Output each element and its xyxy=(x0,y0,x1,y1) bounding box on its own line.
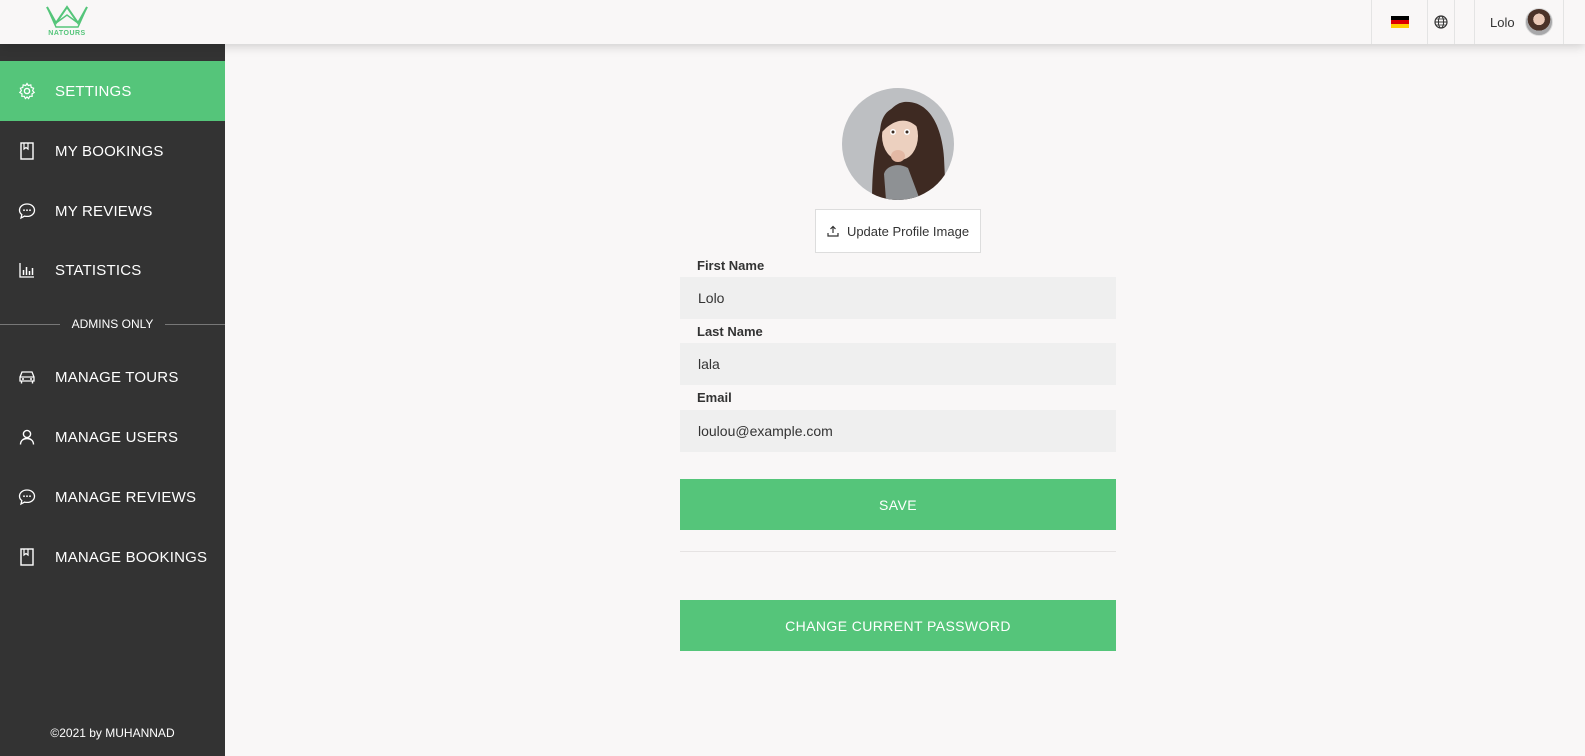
update-profile-image-label: Update Profile Image xyxy=(846,223,970,239)
first-name-field[interactable] xyxy=(680,277,1116,319)
user-menu[interactable]: Lolo xyxy=(1474,0,1564,44)
sidebar-item-manage-users[interactable]: MANAGE USERS xyxy=(0,407,225,467)
bookmark-icon xyxy=(18,142,36,160)
user-name: Lolo xyxy=(1490,14,1515,30)
profile-image xyxy=(842,88,954,200)
car-icon xyxy=(18,368,36,386)
last-name-field[interactable] xyxy=(680,343,1116,385)
language-switch[interactable] xyxy=(1371,0,1427,44)
divider-line xyxy=(165,323,226,325)
language-menu-button[interactable] xyxy=(1427,0,1455,44)
first-name-label: First Name xyxy=(697,258,765,273)
user-icon xyxy=(18,428,36,446)
sidebar: SETTINGS MY BOOKINGS MY REVIEWS STATISTI… xyxy=(0,44,226,756)
admins-only-label: ADMINS ONLY xyxy=(71,317,154,331)
gear-icon xyxy=(18,82,36,100)
save-button[interactable]: SAVE xyxy=(680,479,1116,530)
crown-icon xyxy=(46,5,88,28)
sidebar-item-manage-bookings[interactable]: MANAGE BOOKINGS xyxy=(0,527,225,587)
sidebar-item-label: STATISTICS xyxy=(55,261,142,279)
top-bar: NATOURS Lolo xyxy=(0,0,1585,44)
settings-main: Update Profile Image First Name Last Nam… xyxy=(225,44,1585,756)
admins-divider: ADMINS ONLY xyxy=(0,314,226,334)
last-name-label: Last Name xyxy=(697,324,763,339)
section-divider xyxy=(680,551,1116,552)
chat-icon xyxy=(18,202,36,220)
avatar xyxy=(1524,8,1553,36)
sidebar-item-my-reviews[interactable]: MY REVIEWS xyxy=(0,181,225,241)
logo-text: NATOURS xyxy=(48,30,86,37)
upload-icon xyxy=(827,225,839,237)
email-label: Email xyxy=(697,390,732,405)
email-field[interactable] xyxy=(680,410,1116,452)
sidebar-item-settings[interactable]: SETTINGS xyxy=(0,61,225,121)
globe-icon xyxy=(1434,15,1448,29)
sidebar-item-label: MANAGE BOOKINGS xyxy=(55,548,208,566)
logo[interactable]: NATOURS xyxy=(44,3,90,41)
bookmark-icon xyxy=(18,548,36,566)
divider-line xyxy=(0,323,60,325)
sidebar-item-label: MANAGE REVIEWS xyxy=(55,488,197,506)
bar-chart-icon xyxy=(18,261,36,279)
copyright-footer: ©2021 by MUHANNAD xyxy=(50,726,175,740)
sidebar-item-my-bookings[interactable]: MY BOOKINGS xyxy=(0,121,225,181)
sidebar-item-label: MANAGE TOURS xyxy=(55,368,179,386)
sidebar-item-statistics[interactable]: STATISTICS xyxy=(0,240,225,300)
german-flag-icon xyxy=(1390,16,1409,28)
sidebar-item-manage-reviews[interactable]: MANAGE REVIEWS xyxy=(0,467,225,527)
change-password-button[interactable]: CHANGE CURRENT PASSWORD xyxy=(680,600,1116,651)
sidebar-item-label: MANAGE USERS xyxy=(55,428,179,446)
sidebar-item-manage-tours[interactable]: MANAGE TOURS xyxy=(0,347,225,407)
sidebar-item-label: MY BOOKINGS xyxy=(55,142,164,160)
sidebar-item-label: MY REVIEWS xyxy=(55,202,153,220)
chat-icon xyxy=(18,488,36,506)
update-profile-image-button[interactable]: Update Profile Image xyxy=(815,209,981,253)
sidebar-item-label: SETTINGS xyxy=(55,82,132,100)
